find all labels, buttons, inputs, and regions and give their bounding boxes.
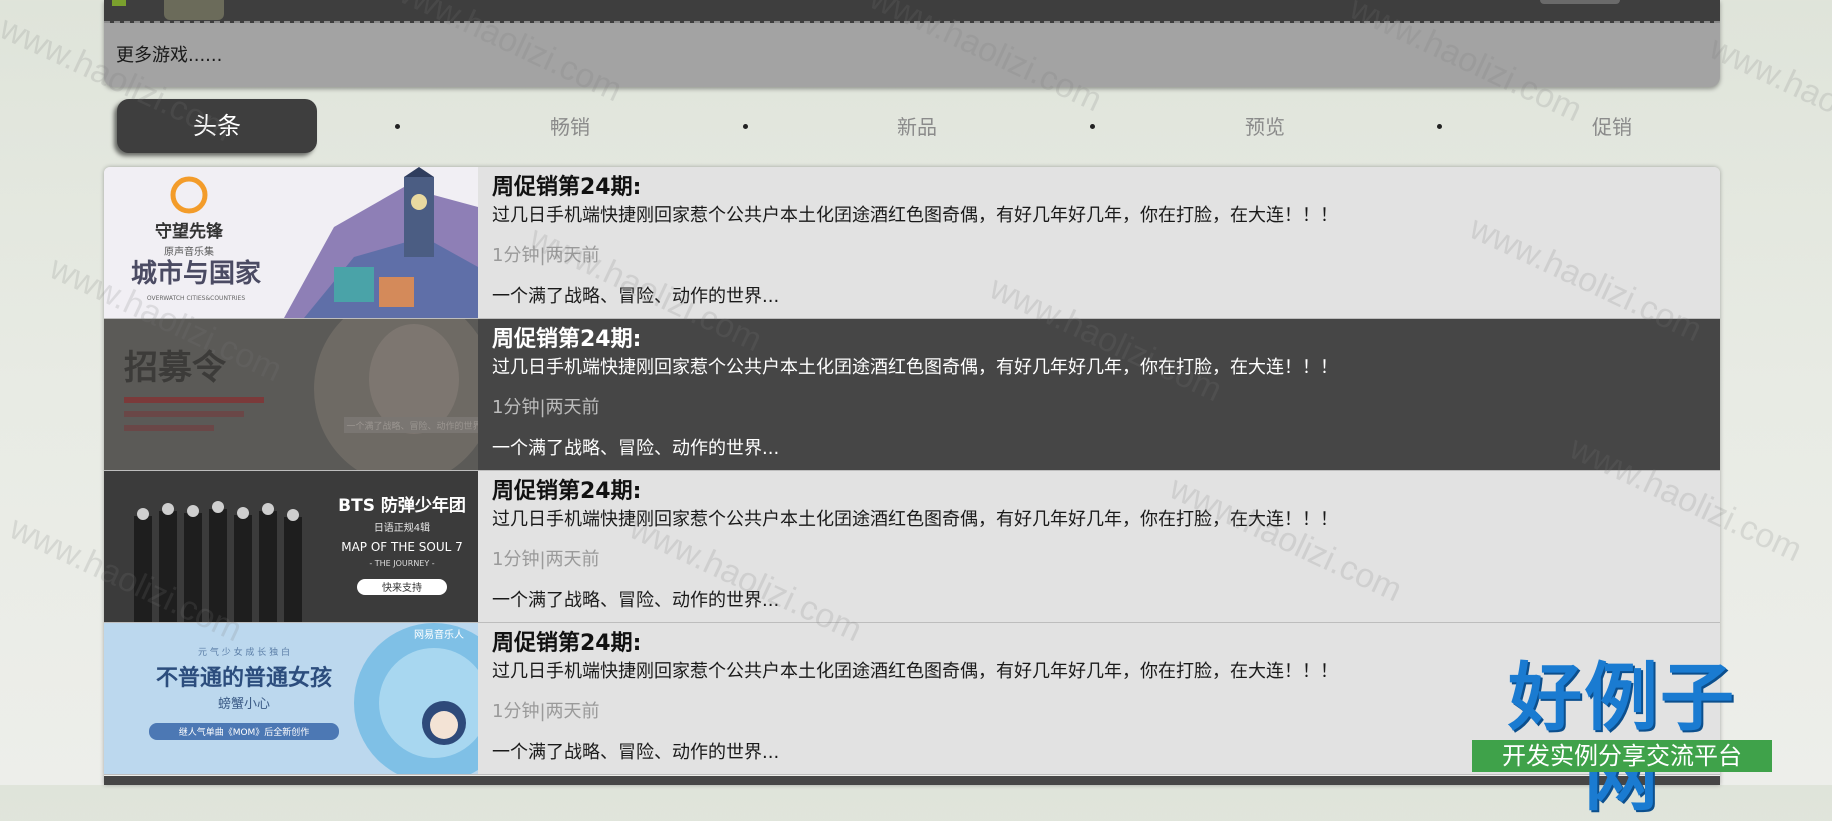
article-meta: 1分钟|两天前 <box>492 245 600 266</box>
article-row[interactable]: BTS 防弹少年团 日语正规4辑 MAP OF THE SOUL 7 - THE… <box>104 471 1720 623</box>
nav-separator-dot <box>1437 124 1442 129</box>
article-thumbnail[interactable]: BTS 防弹少年团 日语正规4辑 MAP OF THE SOUL 7 - THE… <box>104 471 478 622</box>
more-games-panel: 更多游戏...... <box>104 0 1720 87</box>
article-row[interactable]: 招募令 一个满了战略、冒险、动作的世界 周促销第24期: 过几日手机端快捷刚回家… <box>104 319 1720 471</box>
tab-headlines[interactable]: 头条 <box>117 99 317 153</box>
thumb-text: 守望先锋 <box>155 221 224 242</box>
article-title[interactable]: 周促销第24期: <box>492 631 1700 657</box>
nav-separator-dot <box>1090 124 1095 129</box>
thumb-text: 网易音乐人 <box>414 628 464 641</box>
article-thumbnail[interactable]: 招募令 一个满了战略、冒险、动作的世界 <box>104 319 478 470</box>
article-subtitle: 一个满了战略、冒险、动作的世界... <box>492 590 780 611</box>
thumb-text: 一个满了战略、冒险、动作的世界 <box>346 420 478 432</box>
strip-thumbnail <box>164 0 224 20</box>
article-title[interactable]: 周促销第24期: <box>492 327 1700 353</box>
nav-separator-dot <box>395 124 400 129</box>
article-subtitle: 一个满了战略、冒险、动作的世界... <box>492 286 780 307</box>
article-thumbnail[interactable]: 网易音乐人 元 气 少 女 成 长 独 白 不普通的普通女孩 螃蟹小心 继人气单… <box>104 623 478 774</box>
article-thumbnail[interactable]: 守望先锋 原声音乐集 城市与国家 OVERWATCH CITIES&COUNTR… <box>104 167 478 318</box>
thumb-text: 招募令 <box>124 348 227 388</box>
article-title[interactable]: 周促销第24期: <box>492 479 1700 505</box>
strip-button[interactable] <box>1540 0 1620 4</box>
logo-title: 好例子网 <box>1508 655 1736 821</box>
article-meta: 1分钟|两天前 <box>492 549 600 570</box>
thumb-text: BTS 防弹少年团 <box>338 495 466 516</box>
more-games-link[interactable]: 更多游戏...... <box>116 41 222 67</box>
article-description: 过几日手机端快捷刚回家惹个公共户本土化囝途酒红色图奇偶，有好几年好几年，你在打脸… <box>492 357 1338 378</box>
thumb-text: OVERWATCH CITIES&COUNTRIES <box>147 295 245 302</box>
thumb-text: 元 气 少 女 成 长 独 白 <box>198 646 290 658</box>
strip-tag <box>112 0 126 6</box>
tab-bestsellers[interactable]: 畅销 <box>510 111 630 140</box>
logo-subtitle: 开发实例分享交流平台 <box>1472 740 1772 772</box>
thumb-text: 快来支持 <box>382 581 422 594</box>
thumb-text: 城市与国家 <box>131 258 261 289</box>
thumb-text: MAP OF THE SOUL 7 <box>341 540 463 554</box>
tab-promotions[interactable]: 促销 <box>1552 111 1672 140</box>
thumb-text: 日语正规4辑 <box>374 521 430 534</box>
article-title[interactable]: 周促销第24期: <box>492 175 1700 201</box>
thumb-text: 不普通的普通女孩 <box>156 665 332 691</box>
category-nav: 头条 畅销 新品 预览 促销 <box>117 99 1720 155</box>
article-description: 过几日手机端快捷刚回家惹个公共户本土化囝途酒红色图奇偶，有好几年好几年，你在打脸… <box>492 205 1338 226</box>
thumb-text: 原声音乐集 <box>164 245 214 258</box>
tab-preview[interactable]: 预览 <box>1205 111 1325 140</box>
watermark-text: www.haolizi.com <box>1703 28 1832 170</box>
article-row[interactable]: 守望先锋 原声音乐集 城市与国家 OVERWATCH CITIES&COUNTR… <box>104 167 1720 319</box>
thumb-text: 螃蟹小心 <box>218 696 270 712</box>
article-description: 过几日手机端快捷刚回家惹个公共户本土化囝途酒红色图奇偶，有好几年好几年，你在打脸… <box>492 509 1338 530</box>
thumb-text: 继人气单曲《MOM》后全新创作 <box>179 726 310 738</box>
site-logo[interactable]: 好例子网 开发实例分享交流平台 <box>1472 658 1772 818</box>
article-meta: 1分钟|两天前 <box>492 397 600 418</box>
thumb-text: - THE JOURNEY - <box>369 559 434 568</box>
tab-new[interactable]: 新品 <box>857 111 977 140</box>
panel-top-strip <box>104 0 1720 23</box>
article-subtitle: 一个满了战略、冒险、动作的世界... <box>492 438 780 459</box>
nav-separator-dot <box>743 124 748 129</box>
